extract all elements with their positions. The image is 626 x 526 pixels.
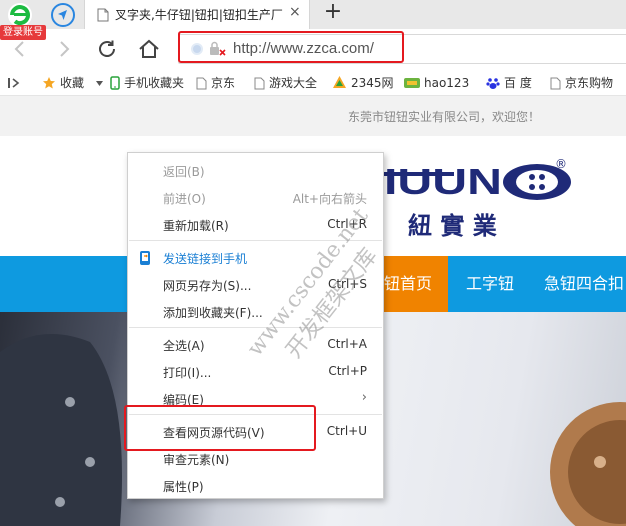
phone-icon — [110, 76, 120, 95]
browser-tab-active[interactable]: 叉字夹,牛仔钮|钮扣|钮扣生产厂家 × — [84, 0, 310, 29]
company-logo[interactable]: IUUN ® 紐 實 業 — [384, 156, 584, 238]
bookmark-baidu[interactable]: 百 度 — [486, 74, 532, 92]
back-arrow-icon[interactable] — [8, 37, 32, 61]
sidebar-toggle-icon[interactable] — [8, 78, 20, 88]
bookmark-favorites[interactable]: 收藏 — [42, 74, 84, 92]
menu-item-add-favorite[interactable]: 添加到收藏夹(F)... — [128, 299, 383, 325]
address-url[interactable]: http://www.zzca.com/ — [233, 40, 374, 57]
menu-item-properties[interactable]: 属性(P) — [128, 473, 383, 499]
menu-separator — [129, 240, 382, 241]
menu-item-back[interactable]: 返回(B) — [128, 158, 383, 184]
forward-arrow-icon[interactable] — [52, 37, 76, 61]
registered-mark: ® — [555, 157, 567, 171]
menu-item-send-to-phone[interactable]: 发送链接到手机 — [128, 245, 383, 271]
logo-2345-icon — [332, 75, 347, 95]
close-icon[interactable]: × — [289, 4, 301, 20]
home-icon[interactable] — [137, 37, 161, 61]
menu-item-forward[interactable]: 前进(O) Alt+向右箭头 — [128, 185, 383, 211]
logo-chinese-text: 紐 實 業 — [408, 211, 497, 238]
page-icon — [254, 77, 265, 95]
logo-hao-icon — [404, 76, 420, 95]
star-icon — [42, 76, 56, 95]
chevron-right-icon: › — [361, 390, 367, 405]
bookmark-jd-shopping[interactable]: 京东购物 — [550, 74, 613, 92]
menu-separator — [129, 414, 382, 415]
bookmarks-bar: 收藏 手机收藏夹 京东 游戏大全 2345网 hao123 百 度 京东购物 — [0, 69, 626, 96]
send-to-phone-icon — [140, 251, 150, 265]
welcome-text: 东莞市钮钮实业有限公司，欢迎您！ — [348, 110, 541, 124]
tab-title: 叉字夹,牛仔钮|钮扣|钮扣生产厂家 — [115, 8, 283, 22]
browser-toolbar: http://www.zzca.com/ — [0, 29, 626, 69]
menu-item-inspect[interactable]: 审查元素(N) — [128, 446, 383, 472]
bookmark-games[interactable]: 游戏大全 — [254, 74, 317, 92]
bookmark-2345[interactable]: 2345网 — [332, 74, 394, 92]
menu-item-select-all[interactable]: 全选(A) Ctrl+A — [128, 332, 383, 358]
bookmark-mobile-favorites[interactable]: 手机收藏夹 — [110, 74, 184, 92]
page-icon — [196, 77, 207, 95]
new-tab-button[interactable]: + — [322, 1, 344, 25]
navigation-arrow-icon[interactable] — [50, 2, 76, 28]
nav-jeans-buttons[interactable]: 工字钮 — [452, 256, 528, 312]
site-top-strip: 东莞市钮钮实业有限公司，欢迎您！ — [0, 96, 626, 136]
menu-item-save-as[interactable]: 网页另存为(S)... Ctrl+S — [128, 272, 383, 298]
address-bar[interactable]: http://www.zzca.com/ — [178, 34, 626, 64]
login-account-badge[interactable]: 登录账号 — [0, 25, 46, 40]
bookmark-jd[interactable]: 京东 — [196, 74, 235, 92]
site-info-icon[interactable] — [191, 43, 203, 55]
menu-item-print[interactable]: 打印(I)... Ctrl+P — [128, 359, 383, 385]
tab-bar: 登录账号 叉字夹,牛仔钮|钮扣|钮扣生产厂家 × + — [0, 0, 626, 40]
insecure-lock-icon[interactable] — [209, 41, 227, 57]
reload-icon[interactable] — [95, 37, 119, 61]
menu-item-view-source[interactable]: 查看网页源代码(V) Ctrl+U — [128, 419, 383, 445]
context-menu: 返回(B) 前进(O) Alt+向右箭头 重新加载(R) Ctrl+R 发送链接… — [127, 152, 384, 499]
page-icon — [550, 77, 561, 95]
nav-snap-buttons[interactable]: 急钮四合扣 — [530, 256, 626, 312]
menu-separator — [129, 327, 382, 328]
bookmark-hao123[interactable]: hao123 — [404, 74, 469, 92]
baidu-paw-icon — [486, 76, 500, 95]
chevron-down-icon[interactable] — [96, 81, 103, 86]
menu-item-encoding[interactable]: 编码(E) › — [128, 386, 383, 412]
menu-item-reload[interactable]: 重新加载(R) Ctrl+R — [128, 212, 383, 238]
logo-letters: IUUN — [384, 161, 502, 202]
page-icon — [97, 8, 109, 22]
